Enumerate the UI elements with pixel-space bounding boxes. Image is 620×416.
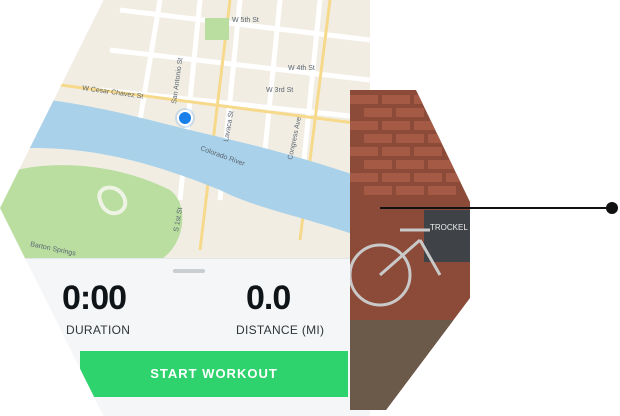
workout-panel: 0:00 DURATION 0.0 DISTANCE (MI) START WO…: [0, 258, 370, 416]
street-label-4th: W 4th St: [288, 65, 315, 72]
street-label-3rd: W 3rd St: [266, 87, 293, 94]
cafe-photo: TROCKEL CAFE: [350, 90, 470, 410]
app-screen: W 5th St W 4th St W 3rd St W Cesar Chave…: [0, 0, 370, 416]
connector-dot: [606, 202, 618, 214]
park-square: [205, 18, 229, 40]
start-workout-button[interactable]: START WORKOUT: [80, 351, 348, 397]
current-location-marker: [177, 110, 193, 126]
distance-value: 0.0: [246, 279, 291, 317]
cafe-photo-image: TROCKEL CAFE: [350, 90, 470, 410]
duration-value: 0:00: [62, 279, 127, 317]
street-label-5th: W 5th St: [232, 17, 259, 24]
drag-handle[interactable]: [173, 269, 205, 273]
chalkboard-sign: [424, 210, 470, 262]
sign-text: TROCKEL CAFE: [430, 223, 470, 232]
connector-line: [380, 207, 612, 209]
distance-label: DISTANCE (MI): [236, 323, 325, 337]
map-view[interactable]: W 5th St W 4th St W 3rd St W Cesar Chave…: [0, 0, 370, 260]
duration-label: DURATION: [66, 323, 131, 337]
sidewalk: [350, 320, 470, 410]
